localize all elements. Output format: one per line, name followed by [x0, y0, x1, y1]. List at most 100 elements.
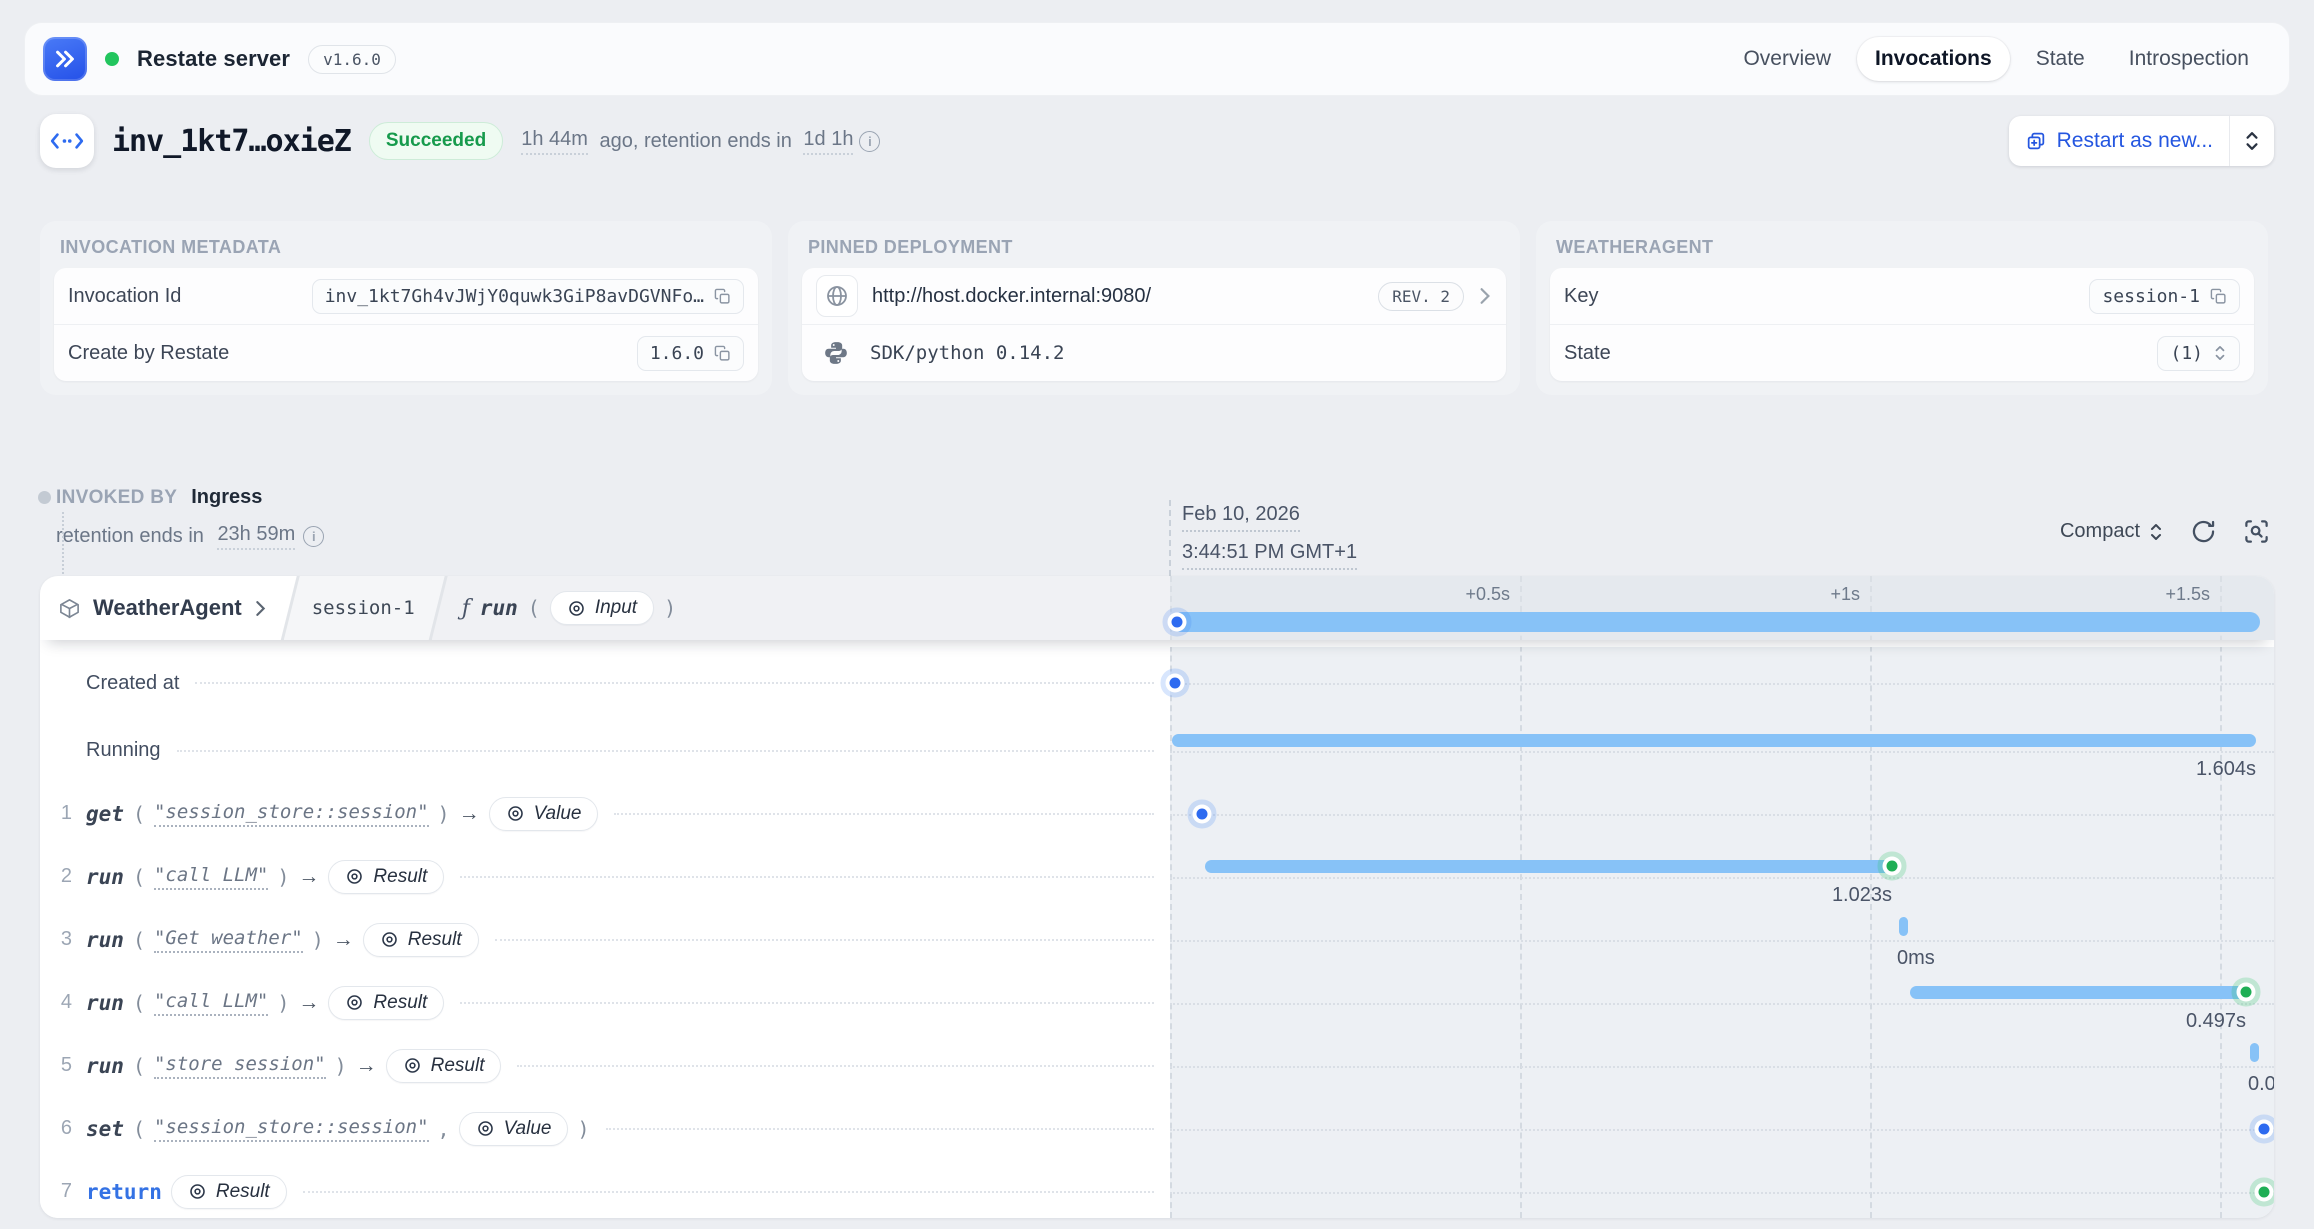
tab-invocations[interactable]: Invocations [1857, 37, 2010, 81]
service-cube-icon [58, 597, 81, 620]
retention-line: retention ends in 23h 59m i [56, 523, 324, 550]
tab-introspection[interactable]: Introspection [2111, 37, 2267, 81]
density-label: Compact [2060, 520, 2140, 543]
pill-label: Value [534, 803, 582, 825]
instant-bar [2250, 1043, 2259, 1062]
deployment-endpoint-row[interactable]: http://host.docker.internal:9080/ REV. 2 [802, 268, 1506, 324]
server-status-dot [105, 52, 119, 66]
invocation-metadata-card: INVOCATION METADATA Invocation Id inv_1k… [40, 221, 772, 395]
code-keyword: run [86, 991, 124, 1015]
row-number: 4 [56, 991, 72, 1014]
view-payload-icon [506, 804, 525, 823]
trace-row: 6set("session_store::session",Value) [40, 1097, 2274, 1160]
service-name: WeatherAgent [93, 595, 242, 621]
row-number: 5 [56, 1054, 72, 1077]
row-label: Created at [86, 672, 179, 695]
pill-label: Result [408, 929, 462, 951]
dotted-leader [495, 939, 1154, 941]
nav-tabs: OverviewInvocationsStateIntrospection [1725, 37, 2267, 81]
trace-row: Created at [40, 647, 2274, 719]
copy-icon[interactable] [2210, 288, 2227, 305]
card-title: WEATHERAGENT [1556, 237, 2254, 258]
payload-pill-result[interactable]: Result [363, 923, 479, 957]
invocation-code-icon-button[interactable] [40, 114, 94, 168]
copy-icon[interactable] [714, 345, 731, 362]
chip-value: 1.6.0 [650, 343, 704, 364]
view-payload-icon [567, 599, 586, 618]
code-string: "store session" [154, 1053, 326, 1079]
trace-row: 1get("session_store::session")→Value [40, 782, 2274, 845]
pill-label: Input [595, 597, 637, 619]
payload-pill-result[interactable]: Result [328, 986, 444, 1020]
trace-row-label: 2run("call LLM")→Result [40, 845, 1170, 908]
invoked-by-dot [38, 491, 51, 504]
service-segment[interactable]: WeatherAgent [40, 576, 297, 640]
scan-search-button[interactable] [2243, 518, 2270, 545]
code-punct: ) [335, 1054, 347, 1078]
trace-row-label: Created at [40, 647, 1170, 719]
info-icon[interactable]: i [303, 526, 324, 547]
row-content: run("Get weather")→Result [86, 923, 479, 957]
payload-pill-input[interactable]: Input [550, 591, 654, 625]
invocation-id-chip: inv_1kt7Gh4vJWjY0quwk3GiP8avDGVNFo… [312, 279, 744, 314]
code-brackets-icon [50, 132, 84, 150]
trace-row: 4run("call LLM")→Result0.497s [40, 971, 2274, 1034]
green-event-dot [2259, 1186, 2270, 1197]
start-time: 3:44:51 PM GMT+1 [1182, 538, 1357, 570]
trace-row-label: 1get("session_store::session")→Value [40, 782, 1170, 845]
code-punct: ) [577, 1117, 589, 1141]
restart-as-new-button[interactable]: Restart as new... [2009, 116, 2274, 166]
code-punct: ( [133, 928, 145, 952]
payload-pill-value[interactable]: Value [459, 1112, 569, 1146]
tick-label: +1s [1830, 584, 1860, 605]
row-content: set("session_store::session",Value) [86, 1112, 590, 1146]
row-label: Running [86, 739, 161, 762]
code-punct: ) [277, 991, 289, 1015]
trace-row-timeline: 1.023s [1170, 845, 2274, 908]
code-string: "session_store::session" [154, 801, 429, 827]
trace-timeline-panel: WeatherAgent session-1 ƒrun(Input) +0.5s… [40, 576, 2274, 1218]
tab-overview[interactable]: Overview [1725, 37, 1849, 81]
restart-options-chevron[interactable] [2230, 116, 2274, 166]
page: Restate server v1.6.0 OverviewInvocation… [0, 0, 2314, 1229]
payload-pill-result[interactable]: Result [386, 1049, 502, 1083]
result-arrow: → [459, 802, 480, 826]
info-icon[interactable]: i [859, 131, 880, 152]
row-content: run("store session")→Result [86, 1049, 501, 1083]
duration-bar [1205, 860, 1892, 873]
card-panel: Key session-1 State (1) [1550, 268, 2254, 381]
dotted-leader [195, 682, 1154, 684]
trace-row: 5run("store session")→Result0.0 [40, 1034, 2274, 1097]
invocation-heading-row: inv_1kt7…oxieZ Succeeded 1h 44m ago, ret… [40, 112, 2274, 170]
service-key-segment[interactable]: session-1 [284, 576, 445, 640]
invocation-duration-bar [1172, 612, 2260, 632]
row-content: returnResult [86, 1175, 287, 1209]
invoked-by-label: INVOKED BY [56, 487, 177, 509]
select-chevrons-icon [2213, 345, 2227, 361]
code-keyword: run [86, 865, 124, 889]
refresh-button[interactable] [2190, 518, 2217, 545]
start-dot [1172, 617, 1183, 628]
payload-pill-result[interactable]: Result [328, 860, 444, 894]
trace-row-timeline [1170, 1160, 2274, 1218]
tab-state[interactable]: State [2018, 37, 2103, 81]
code-punct: ) [312, 928, 324, 952]
state-select-chip[interactable]: (1) [2157, 336, 2240, 371]
version-chip: 1.6.0 [637, 336, 744, 371]
density-select[interactable]: Compact [2060, 520, 2164, 543]
trace-row: 7returnResult [40, 1160, 2274, 1218]
invoked-by-section: INVOKED BY Ingress retention ends in 23h… [56, 486, 324, 550]
row-number: 1 [56, 802, 72, 825]
duration-label: 0.497s [2186, 1010, 2246, 1033]
copy-icon[interactable] [714, 288, 731, 305]
restate-logo-icon [43, 37, 87, 81]
endpoint-url: http://host.docker.internal:9080/ [872, 285, 1151, 308]
code-punct: ( [133, 865, 145, 889]
row-label: Invocation Id [68, 285, 181, 308]
trace-row-timeline: 0.497s [1170, 971, 2274, 1034]
chip-value: session-1 [2102, 286, 2200, 307]
view-payload-icon [345, 867, 364, 886]
payload-pill-value[interactable]: Value [489, 797, 599, 831]
payload-pill-result[interactable]: Result [171, 1175, 287, 1209]
service-key: session-1 [312, 597, 415, 619]
